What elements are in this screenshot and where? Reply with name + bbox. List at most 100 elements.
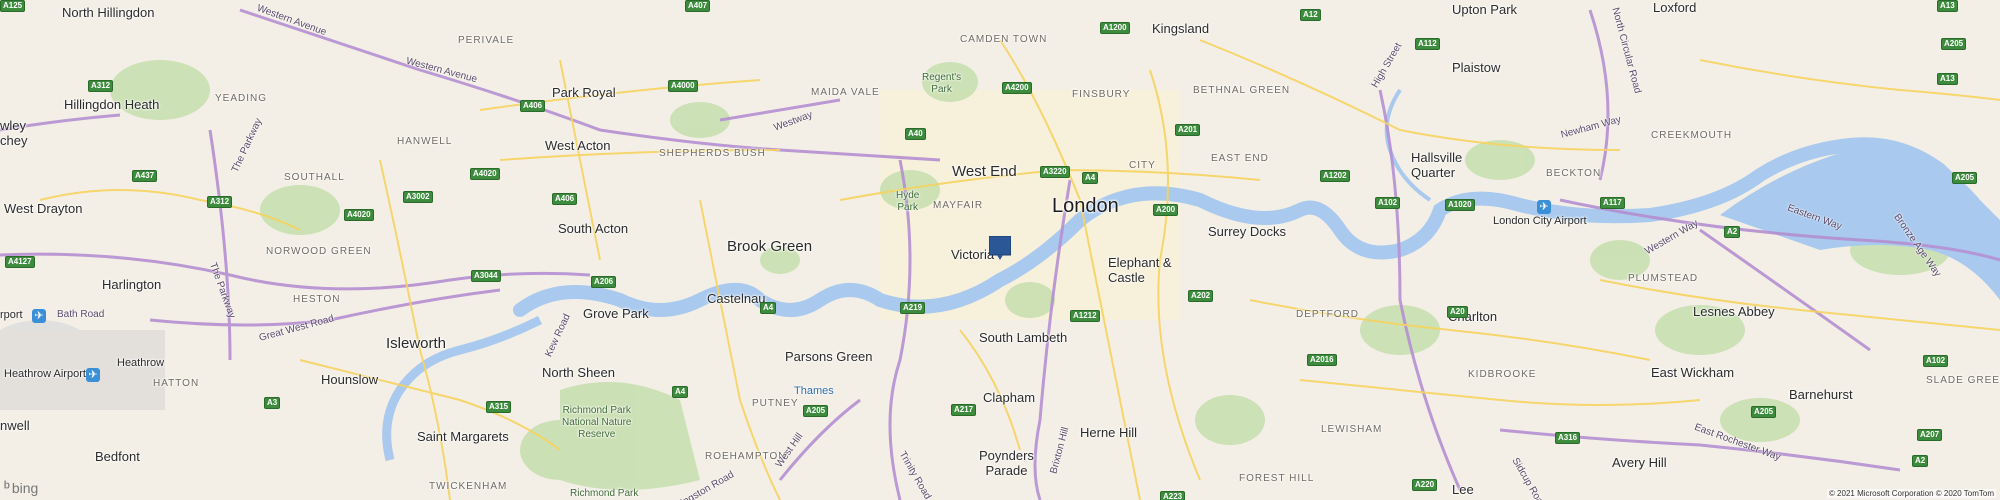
place-grove-park: Grove Park bbox=[583, 306, 649, 321]
place-partial-rport: rport bbox=[0, 309, 23, 321]
bing-logo-text: bing bbox=[11, 479, 39, 496]
district-forest-hill: FOREST HILL bbox=[1239, 473, 1315, 484]
bing-icon: ᵇ bbox=[4, 479, 10, 496]
airport-icon: ✈ bbox=[86, 368, 100, 382]
district-hanwell: HANWELL bbox=[397, 136, 453, 147]
place-park-royal: Park Royal bbox=[552, 85, 616, 100]
place-harlington: Harlington bbox=[102, 277, 162, 292]
district-perivale: PERIVALE bbox=[458, 35, 515, 46]
road-shield: A217 bbox=[951, 404, 977, 416]
road-shield: A4127 bbox=[5, 256, 35, 268]
road-shield: A4020 bbox=[470, 168, 500, 180]
park-richmond-park: Richmond Park National Nature Reserve bbox=[562, 405, 632, 440]
place-south-acton: South Acton bbox=[558, 221, 629, 236]
road-shield: A206 bbox=[591, 276, 617, 288]
road-shield: A4 bbox=[672, 386, 689, 398]
road-shield: A2 bbox=[1724, 226, 1741, 238]
road-shield: A4 bbox=[760, 302, 777, 314]
place-west-end: West End bbox=[952, 163, 1017, 180]
road-shield: A13 bbox=[1937, 73, 1958, 85]
road-shield: A1200 bbox=[1100, 22, 1130, 34]
district-camden-town: CAMDEN TOWN bbox=[960, 34, 1048, 45]
district-roehampton: ROEHAMPTON bbox=[705, 451, 787, 462]
road-shield: A200 bbox=[1153, 204, 1179, 216]
place-parsons-green: Parsons Green bbox=[785, 349, 873, 364]
road-shield: A1212 bbox=[1070, 310, 1100, 322]
place-victoria: Victoria bbox=[951, 247, 995, 262]
road-shield: A220 bbox=[1412, 479, 1438, 491]
district-creekmouth: CREEKMOUTH bbox=[1651, 130, 1733, 141]
place-herne-hill: Herne Hill bbox=[1080, 425, 1138, 440]
place-plaistow: Plaistow bbox=[1452, 60, 1501, 75]
place-barnehurst: Barnehurst bbox=[1789, 387, 1853, 402]
place-poynders-parade: Poynders Parade bbox=[979, 448, 1034, 478]
road-shield: A205 bbox=[1751, 406, 1777, 418]
place-north-hillingdon: North Hillingdon bbox=[62, 5, 155, 20]
place-upton-park: Upton Park bbox=[1452, 2, 1518, 17]
place-south-lambeth: South Lambeth bbox=[979, 330, 1068, 345]
road-shield: A2016 bbox=[1307, 354, 1337, 366]
road-shield: A312 bbox=[207, 196, 233, 208]
map-attribution[interactable]: © 2021 Microsoft Corporation © 2020 TomT… bbox=[1826, 489, 1996, 498]
park-hyde-park: Hyde Park bbox=[896, 190, 920, 213]
place-saint-margarets: Saint Margarets bbox=[417, 429, 509, 444]
place-partial-wley: wley bbox=[0, 118, 27, 133]
place-surrey-docks: Surrey Docks bbox=[1208, 224, 1287, 239]
place-hallsville-quarter: Hallsville Quarter bbox=[1411, 150, 1463, 180]
district-bethnal-green: BETHNAL GREEN bbox=[1193, 85, 1291, 96]
place-london-city-airport: London City Airport bbox=[1493, 215, 1587, 227]
district-plumstead: PLUMSTEAD bbox=[1628, 273, 1699, 284]
road-shield: A437 bbox=[132, 170, 158, 182]
road-shield: A3002 bbox=[403, 191, 433, 203]
road-shield: A102 bbox=[1375, 197, 1401, 209]
place-castelnau: Castelnau bbox=[707, 291, 766, 306]
district-mayfair: MAYFAIR bbox=[933, 200, 984, 211]
road-shield: A3044 bbox=[471, 270, 501, 282]
district-putney: PUTNEY bbox=[752, 398, 799, 409]
road-shield: A40 bbox=[905, 128, 926, 140]
road-shield: A219 bbox=[900, 302, 926, 314]
park-richmond-park-2: Richmond Park bbox=[570, 488, 639, 499]
road-shield: A4000 bbox=[668, 80, 698, 92]
district-shepherds-bush: SHEPHERDS BUSH bbox=[659, 148, 766, 159]
road-shield: A3 bbox=[264, 397, 281, 409]
place-heathrow-airport: Heathrow Airport bbox=[4, 368, 86, 380]
road-shield: A102 bbox=[1923, 355, 1949, 367]
place-west-drayton: West Drayton bbox=[4, 201, 83, 216]
airport-icon: ✈ bbox=[1537, 200, 1551, 214]
road-shield: A20 bbox=[1447, 306, 1468, 318]
road-shield: A4 bbox=[1082, 172, 1099, 184]
map-view[interactable]: North Hillingdon Hillingdon Heath wley c… bbox=[0, 0, 2000, 500]
bing-logo[interactable]: ᵇ bing bbox=[4, 479, 38, 496]
district-slade-green: SLADE GREEN bbox=[1926, 375, 2000, 386]
road-shield: A406 bbox=[520, 100, 546, 112]
district-kidbrooke: KIDBROOKE bbox=[1468, 369, 1537, 380]
airport-icon: ✈ bbox=[32, 309, 46, 323]
road-shield: A312 bbox=[88, 80, 114, 92]
place-north-sheen: North Sheen bbox=[542, 365, 615, 380]
road-shield: A205 bbox=[803, 405, 829, 417]
place-clapham: Clapham bbox=[983, 390, 1036, 405]
place-east-wickham: East Wickham bbox=[1651, 365, 1735, 380]
district-east-end: EAST END bbox=[1211, 153, 1269, 164]
place-kingsland: Kingsland bbox=[1152, 21, 1210, 36]
park-regents-park: Regent's Park bbox=[922, 72, 962, 95]
district-norwood-green: NORWOOD GREEN bbox=[266, 246, 372, 257]
road-shield: A205 bbox=[1941, 38, 1967, 50]
road-bath-road: Bath Road bbox=[57, 309, 105, 320]
district-deptford: DEPTFORD bbox=[1296, 309, 1359, 320]
road-shield: A4020 bbox=[344, 209, 374, 221]
district-lewisham: LEWISHAM bbox=[1321, 424, 1383, 435]
location-pin[interactable] bbox=[988, 235, 1012, 260]
water-thames: Thames bbox=[794, 385, 834, 397]
road-shield: A125 bbox=[0, 0, 26, 12]
road-shield: A207 bbox=[1917, 429, 1943, 441]
road-shield: A3220 bbox=[1040, 166, 1070, 178]
place-hounslow: Hounslow bbox=[321, 372, 379, 387]
place-lesnes-abbey: Lesnes Abbey bbox=[1693, 304, 1775, 319]
place-heathrow: Heathrow bbox=[117, 357, 165, 369]
road-shield: A205 bbox=[1952, 172, 1978, 184]
district-heston: HESTON bbox=[293, 294, 341, 305]
place-london: London bbox=[1052, 195, 1119, 217]
district-southall: SOUTHALL bbox=[284, 172, 345, 183]
